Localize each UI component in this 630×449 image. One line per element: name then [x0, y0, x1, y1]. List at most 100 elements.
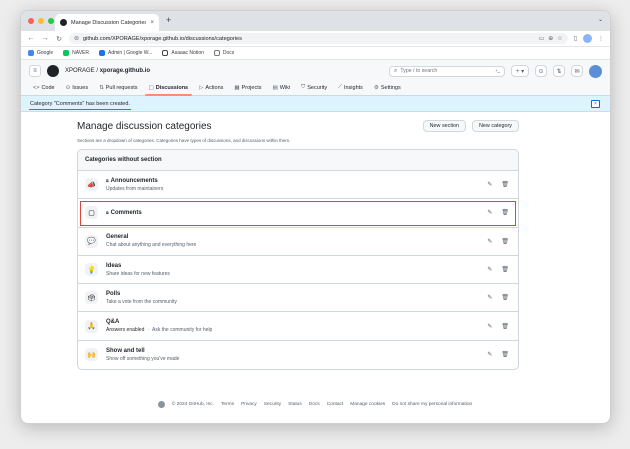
flash-underline — [29, 108, 131, 110]
footer-link[interactable]: Privacy — [241, 402, 257, 407]
insights-icon: ⟋ — [338, 84, 342, 90]
tab-actions[interactable]: ▷ Actions — [195, 85, 227, 95]
back-icon[interactable]: ← — [27, 35, 35, 42]
tab-label: Code — [41, 85, 55, 91]
bookmark-admin[interactable]: Admin | Google W... — [98, 50, 153, 56]
tab-search-icon[interactable]: ⌄ — [598, 16, 603, 23]
tab-wiki[interactable]: ▤ Wiki — [268, 85, 294, 95]
category-row: 🙌 Show and tell Show off something you've … — [78, 341, 518, 369]
trash-icon[interactable]: 🗑︎ — [501, 294, 509, 301]
category-row: 📣 🔒︎ Announcements Updates from maintainers… — [78, 171, 518, 200]
bookmark-notion[interactable]: Asaaac Notion — [162, 50, 204, 56]
url-text: github.com/XPORAGE/xporage.github.io/dis… — [83, 35, 242, 42]
bookmark-label: Admin | Google W... — [107, 50, 153, 56]
category-text: Show and tell Show off something you've m… — [106, 348, 487, 362]
browser-tab[interactable]: Manage Discussion Categories × — [55, 14, 159, 31]
code-icon: <> — [33, 85, 40, 91]
tab-pull-requests[interactable]: ⇅ Pull requests — [95, 85, 141, 95]
edit-pencil-icon[interactable]: ✎ — [487, 209, 492, 216]
reload-icon[interactable]: ↻ — [55, 35, 63, 43]
category-emoji-icon: 🗳 — [85, 291, 98, 305]
row-actions: ✎ 🗑︎ — [487, 323, 509, 330]
site-info-icon[interactable]: ⊜ — [74, 35, 79, 42]
category-name-text: Q&A — [106, 319, 120, 326]
tab-close-icon[interactable]: × — [150, 20, 154, 26]
sidebar-icon[interactable]: ▯ — [574, 35, 577, 42]
category-name: 🔒︎ Comments — [106, 210, 487, 216]
category-row: 🗳 Polls Take a vote from the community ✎ 🗑︎ — [78, 284, 518, 313]
actions-icon: ▷ — [199, 85, 204, 91]
category-description: Chat about anything and everything here — [106, 242, 487, 248]
trash-icon[interactable]: 🗑︎ — [501, 209, 509, 216]
profile-avatar[interactable] — [583, 34, 592, 43]
pull-requests-icon[interactable]: ⇅ — [553, 65, 565, 77]
tab-label: Security — [307, 84, 328, 91]
repo-link[interactable]: xporage.github.io — [100, 68, 150, 74]
footer-link[interactable]: Do not share my personal information — [392, 402, 472, 407]
edit-pencil-icon[interactable]: ✎ — [487, 323, 492, 330]
trash-icon[interactable]: 🗑︎ — [501, 351, 509, 358]
bookmarks-bar: Google NAVER Admin | Google W... Asaaac … — [21, 47, 610, 60]
edit-pencil-icon[interactable]: ✎ — [487, 351, 492, 358]
tab-insights[interactable]: ⟋ Insights — [334, 84, 367, 95]
forward-icon[interactable]: → — [41, 35, 49, 42]
new-category-button[interactable]: New category — [472, 120, 519, 132]
repo-nav: <> Code ⊙ Issues ⇅ Pull requests ▢ Discussions ▷… — [21, 82, 610, 96]
maximize-window-button[interactable] — [48, 18, 54, 24]
close-icon[interactable]: × — [591, 100, 600, 108]
footer-link[interactable]: Security — [264, 402, 281, 407]
new-section-button[interactable]: New section — [422, 120, 467, 132]
bookmark-naver[interactable]: NAVER — [63, 50, 89, 56]
close-window-button[interactable] — [28, 18, 34, 24]
browser-menu-icon[interactable]: ⋮ — [598, 35, 604, 42]
footer-link[interactable]: Contact — [327, 402, 344, 407]
category-text: 🔒︎ Comments — [106, 210, 487, 216]
create-new-button[interactable]: + ▾ — [511, 65, 529, 77]
install-icon[interactable]: ▭ — [539, 35, 545, 42]
lock-icon: 🔒︎ — [106, 209, 109, 216]
bookmark-star-icon[interactable]: ☆ — [557, 35, 562, 42]
issues-icon[interactable]: ⊙ — [535, 65, 547, 77]
search-input[interactable]: ⌕ Type / to search ›_ — [389, 65, 505, 77]
lock-icon: 🔒︎ — [106, 177, 109, 184]
hamburger-menu-icon[interactable]: ≡ — [29, 65, 41, 77]
category-row: 🙏 Q&A Answers enabled · Ask the community fo… — [78, 312, 518, 341]
copyright-text: © 2024 GitHub, Inc. — [171, 402, 215, 407]
tab-issues[interactable]: ⊙ Issues — [62, 85, 93, 95]
url-field[interactable]: ⊜ github.com/XPORAGE/xporage.github.io/d… — [69, 33, 568, 44]
command-palette-icon[interactable]: ›_ — [496, 68, 500, 74]
settings-icon: ⚙ — [373, 85, 379, 91]
owner-link[interactable]: XPORAGE — [65, 68, 95, 74]
footer-link[interactable]: Terms — [221, 402, 234, 407]
edit-pencil-icon[interactable]: ✎ — [487, 181, 492, 188]
trash-icon[interactable]: 🗑︎ — [501, 266, 509, 273]
inbox-icon[interactable]: ✉ — [571, 65, 583, 77]
category-name: 🔒︎ Announcements — [106, 178, 487, 184]
bookmark-google[interactable]: Google — [28, 50, 53, 56]
trash-icon[interactable]: 🗑︎ — [501, 181, 509, 188]
tab-settings[interactable]: ⚙ Settings — [370, 85, 405, 95]
tab-code[interactable]: <> Code — [29, 85, 59, 95]
edit-pencil-icon[interactable]: ✎ — [487, 238, 492, 245]
tab-discussions[interactable]: ▢ Discussions — [144, 85, 193, 96]
new-tab-icon[interactable]: + — [166, 15, 171, 25]
translate-icon[interactable]: ⊕ — [548, 35, 553, 42]
tab-label: Discussions — [155, 85, 189, 91]
footer-link[interactable]: Manage cookies — [350, 402, 385, 407]
pull-requests-icon: ⇅ — [99, 85, 104, 91]
tab-security[interactable]: ⛉ Security — [297, 84, 331, 95]
bookmark-docs[interactable]: Docs — [213, 50, 234, 56]
tab-projects[interactable]: ▦ Projects — [230, 85, 265, 95]
footer-link[interactable]: Status — [288, 402, 302, 407]
edit-pencil-icon[interactable]: ✎ — [487, 266, 492, 273]
trash-icon[interactable]: 🗑︎ — [501, 323, 509, 330]
user-avatar[interactable] — [589, 64, 602, 78]
github-logo-icon[interactable] — [47, 65, 59, 77]
tab-label: Projects — [241, 85, 262, 91]
trash-icon[interactable]: 🗑︎ — [501, 238, 509, 245]
edit-pencil-icon[interactable]: ✎ — [487, 294, 492, 301]
github-footer-logo-icon[interactable] — [157, 401, 165, 408]
minimize-window-button[interactable] — [38, 18, 44, 24]
tab-label: Pull requests — [105, 85, 138, 91]
footer-link[interactable]: Docs — [309, 402, 320, 407]
